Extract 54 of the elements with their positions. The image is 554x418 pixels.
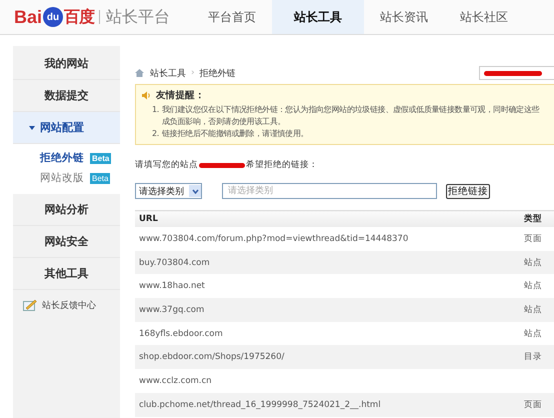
url-cell: shop.ebdoor.com/Shops/1975260/	[135, 345, 520, 370]
sidebar-item[interactable]: 网站分析	[13, 194, 120, 226]
expand-triangle-icon	[29, 126, 35, 130]
notice-text: 我们建议您仅在以下情况拒绝外链：您认为指向您网站的垃圾链接、虚假或低质量链接数量可观，同时确定这些	[162, 104, 540, 116]
sidebar-subitem[interactable]: 拒绝外链	[40, 151, 90, 165]
list-number: 1.	[152, 104, 160, 116]
redaction-mark	[199, 162, 245, 168]
url-cell: www.37gq.com	[135, 298, 520, 322]
nav-tab[interactable]: 平台首页	[192, 0, 272, 34]
url-cell: www.703804.com/forum.php?mod=viewthread&tid=14448370	[135, 227, 520, 251]
sidebar-item[interactable]: 我的网站	[13, 48, 120, 80]
sidebar-item[interactable]: 网站配置	[13, 112, 120, 144]
sidebar-subitem[interactable]: 网站改版	[40, 171, 90, 185]
type-cell: 目录	[520, 345, 554, 370]
nav-tab[interactable]: 站长工具	[272, 0, 364, 34]
feedback-link[interactable]: 站长反馈中心	[42, 298, 96, 312]
column-header: URL	[135, 210, 520, 227]
type-cell: 站点	[520, 322, 554, 346]
column-header: 类型	[520, 210, 554, 227]
url-cell: www.cclz.com.cn	[135, 369, 520, 393]
product-title: 站长平台	[99, 10, 170, 24]
breadcrumb-link[interactable]: 站长工具	[150, 66, 186, 80]
site-field[interactable]	[479, 66, 554, 80]
beta-badge: Beta	[90, 172, 110, 184]
redaction-mark	[484, 70, 542, 76]
url-cell: club.pchome.net/thread_16_1999998_7524021_2__.html	[135, 392, 520, 416]
type-cell: 页面	[520, 227, 554, 251]
type-cell: 站点	[520, 250, 554, 274]
sidebar-item[interactable]: 其他工具	[13, 258, 120, 290]
url-cell: www.18hao.net	[135, 274, 520, 298]
url-cell: 168yfls.ebdoor.com	[135, 322, 520, 346]
breadcrumb-separator: ›	[191, 68, 195, 78]
nav-tab[interactable]: 站长社区	[444, 0, 524, 34]
beta-badge: Beta	[90, 152, 112, 164]
baidu-logo: Bai du 百度	[14, 6, 94, 29]
list-number: 2.	[152, 128, 160, 140]
reject-link-button[interactable]: 拒绝链接	[446, 184, 490, 198]
notice-text: 成负面影响，否则请勿使用该工具。	[162, 116, 286, 128]
type-cell: 站点	[520, 274, 554, 298]
notice-title: 友情提醒：	[156, 89, 205, 102]
nav-tab[interactable]: 站长资讯	[364, 0, 444, 34]
prompt-text: 希望拒绝的链接：	[246, 159, 318, 171]
prompt-text: 请填写您的站点	[135, 159, 198, 171]
sidebar-item[interactable]: 网站安全	[13, 226, 120, 258]
type-cell: 页面	[520, 392, 554, 416]
pencil-note-icon	[23, 299, 37, 311]
notice-text: 链接拒绝后不能撤销或删除，请谨慎使用。	[162, 128, 308, 140]
link-input-field[interactable]: 请选择类别	[222, 183, 437, 199]
speaker-icon	[142, 91, 151, 100]
type-cell: 站点	[520, 298, 554, 322]
url-cell: buy.703804.com	[135, 250, 520, 274]
chevron-down-icon	[192, 188, 198, 194]
category-dropdown[interactable]: 请选择类别	[135, 183, 202, 199]
home-icon	[135, 69, 144, 77]
